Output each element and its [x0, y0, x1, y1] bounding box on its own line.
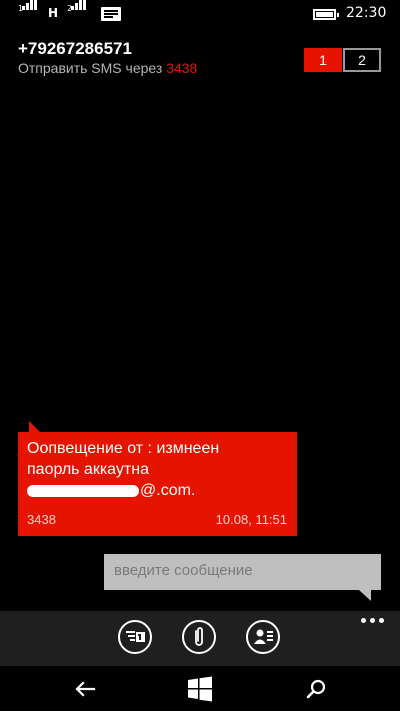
send-via-label[interactable]: Отправить SMS через 3438 — [18, 60, 197, 76]
redacted-email — [27, 484, 139, 497]
attach-button[interactable] — [182, 620, 216, 654]
switch-sim-icon — [126, 631, 145, 642]
sim-tab-2[interactable]: 2 — [343, 48, 381, 72]
battery-icon — [313, 9, 339, 20]
nav-bar — [0, 666, 400, 711]
sim-tab-1[interactable]: 1 — [304, 48, 342, 72]
search-button[interactable] — [298, 672, 334, 706]
message-line: @.com. — [27, 480, 219, 501]
contact-phone-number[interactable]: +79267286571 — [18, 39, 132, 59]
message-text: Оопвещение от : измнеен паорль аккаутна … — [27, 438, 219, 501]
back-icon — [75, 681, 96, 697]
message-sender: 3438 — [27, 512, 56, 527]
email-domain: @.com. — [140, 482, 196, 499]
input-tail — [359, 590, 371, 601]
message-icon — [101, 7, 121, 21]
message-line: Оопвещение от : измнеен — [27, 440, 220, 457]
message-line: паорль аккаутна — [27, 461, 149, 478]
attach-icon — [195, 627, 203, 646]
switch-sim-button[interactable] — [118, 620, 152, 654]
received-message-bubble[interactable]: Оопвещение от : измнеен паорль аккаутна … — [18, 421, 297, 536]
network-type: H — [48, 6, 59, 20]
windows-button[interactable] — [182, 672, 218, 706]
status-time: 22:30 — [346, 5, 387, 21]
send-via-prefix: Отправить SMS через — [18, 60, 163, 76]
message-input-placeholder: введите сообщение — [114, 562, 253, 579]
contact-card-icon — [254, 629, 273, 644]
search-icon — [306, 679, 326, 699]
back-button[interactable] — [67, 672, 103, 706]
send-via-number: 3438 — [166, 60, 198, 76]
status-bar: 1 H 2 22:30 — [0, 0, 400, 28]
contact-card-button[interactable] — [246, 620, 280, 654]
message-input[interactable]: введите сообщение — [104, 554, 381, 601]
message-timestamp: 10.08, 11:51 — [215, 512, 287, 527]
windows-icon — [188, 676, 212, 702]
more-icon[interactable] — [361, 618, 384, 623]
bubble-tail — [29, 421, 40, 432]
app-bar — [0, 611, 400, 666]
